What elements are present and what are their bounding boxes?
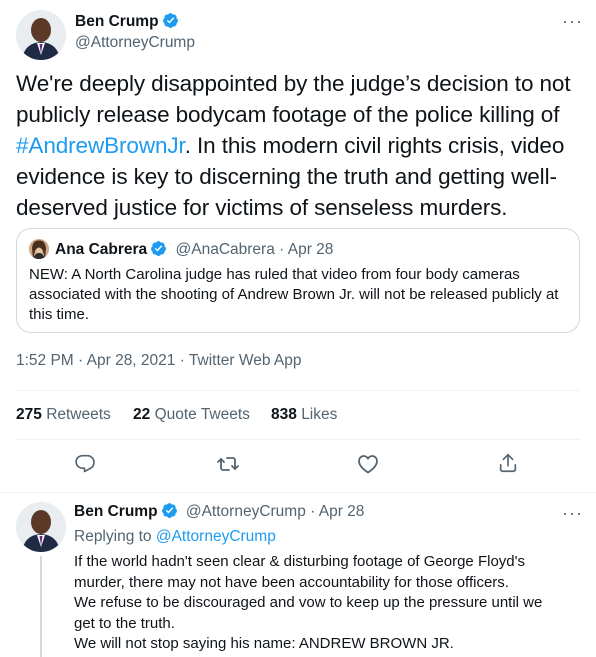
reply-header: Ben Crump @AttorneyCrump · Apr 28: [74, 502, 364, 524]
replying-to: Replying to @AttorneyCrump: [74, 528, 276, 545]
reply-text-line: We will not stop saying his name: ANDREW…: [74, 635, 454, 652]
reply-icon[interactable]: [74, 452, 98, 476]
quoted-separator: ·: [274, 241, 288, 258]
reply-author-avatar[interactable]: [16, 502, 66, 552]
reply-author-handle[interactable]: @AttorneyCrump: [186, 503, 306, 520]
quoted-author-handle: @AnaCabrera: [175, 241, 275, 258]
quoted-text: NEW: A North Carolina judge has ruled th…: [29, 266, 559, 323]
more-options-icon[interactable]: ···: [562, 504, 583, 522]
quoted-header: Ana Cabrera @AnaCabrera · Apr 28: [55, 240, 333, 262]
reply-text-line: get to the truth.: [74, 614, 175, 632]
quote-tweets-stat[interactable]: 22 Quote Tweets: [133, 406, 250, 424]
reply-text-line: murder, there may not have been accounta…: [74, 573, 509, 591]
hashtag-link[interactable]: #AndrewBrownJr: [16, 133, 185, 158]
quoted-author-name: Ana Cabrera: [55, 241, 148, 258]
tweet-actions: [0, 452, 596, 478]
reply-date[interactable]: Apr 28: [319, 503, 365, 520]
reply-text-line: We refuse to be discouraged and vow to k…: [74, 594, 543, 611]
tweet-text: We're deeply disappointed by the judge’s…: [16, 71, 571, 220]
like-icon[interactable]: [356, 452, 380, 476]
author-handle[interactable]: @AttorneyCrump: [75, 34, 195, 52]
retweets-stat[interactable]: 275 Retweets: [16, 406, 111, 424]
share-icon[interactable]: [497, 452, 521, 476]
reply-text-line: If the world hadn't seen clear & disturb…: [74, 553, 525, 570]
reply-separator: ·: [305, 503, 319, 520]
more-options-icon[interactable]: ···: [562, 12, 583, 30]
main-tweet: Ben Crump @AttorneyCrump ··· We're deepl…: [0, 0, 596, 492]
retweet-icon[interactable]: [216, 452, 240, 476]
divider: [16, 390, 580, 391]
verified-badge-icon: [150, 240, 167, 262]
author-avatar[interactable]: [16, 10, 66, 60]
reply-author-name[interactable]: Ben Crump: [74, 503, 158, 520]
quoted-author-avatar: [29, 239, 49, 259]
likes-stat[interactable]: 838 Likes: [271, 406, 337, 424]
author-name[interactable]: Ben Crump: [75, 12, 179, 34]
divider: [16, 439, 580, 440]
verified-badge-icon: [161, 502, 178, 524]
thread-line: [40, 556, 42, 657]
mention-link[interactable]: @AttorneyCrump: [156, 528, 276, 545]
verified-badge-icon: [162, 12, 179, 34]
quoted-tweet[interactable]: Ana Cabrera @AnaCabrera · Apr 28 NEW: A …: [16, 228, 580, 333]
reply-text: If the world hadn't seen clear & disturb…: [74, 552, 584, 655]
quoted-date: Apr 28: [287, 241, 334, 258]
tweet-timestamp[interactable]: 1:52 PM · Apr 28, 2021 · Twitter Web App: [16, 352, 301, 370]
